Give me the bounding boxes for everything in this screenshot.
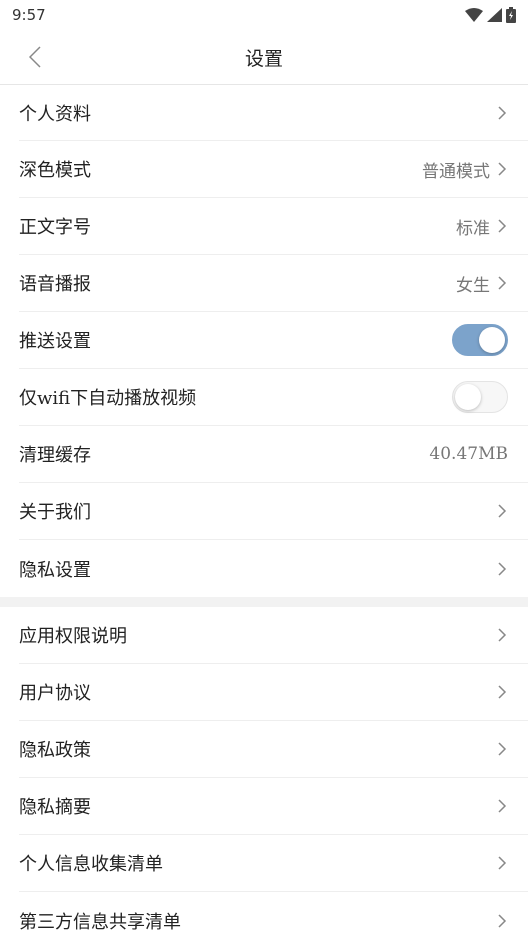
row-push-settings: 推送设置: [19, 312, 528, 369]
row-label: 隐私设置: [19, 559, 91, 581]
row-label: 个人信息收集清单: [19, 854, 163, 875]
row-label: 个人资料: [19, 103, 91, 125]
status-time: 9:57: [12, 6, 46, 24]
row-label: 深色模式: [19, 160, 91, 181]
chevron-right-icon: [498, 276, 507, 290]
row-label: 关于我们: [19, 502, 91, 523]
page-title: 设置: [244, 47, 283, 70]
chevron-left-icon: [29, 46, 41, 68]
chevron-right-icon: [498, 628, 507, 642]
row-value: 标准: [456, 218, 490, 239]
row-value: 普通模式: [422, 161, 490, 182]
row-voice[interactable]: 语音播报 女生: [19, 255, 528, 312]
status-icons: [465, 7, 516, 23]
row-profile[interactable]: 个人资料: [19, 85, 528, 141]
row-label: 用户协议: [19, 683, 91, 704]
chevron-right-icon: [498, 856, 507, 870]
row-label: 应用权限说明: [19, 626, 127, 647]
row-label: 第三方信息共享清单: [19, 911, 181, 933]
chevron-right-icon: [498, 685, 507, 699]
cache-size: 40.47MB: [429, 444, 508, 464]
settings-section-main: 个人资料 深色模式 普通模式 正文字号 标准 语音播报 女生 推送设置 仅wif…: [0, 85, 528, 597]
settings-section-legal: 应用权限说明 用户协议 隐私政策 隐私摘要 个人信息收集清单 第三方信息共享清单: [0, 607, 528, 939]
row-value: 女生: [456, 275, 490, 296]
row-privacy-summary[interactable]: 隐私摘要: [19, 778, 528, 835]
row-user-agreement[interactable]: 用户协议: [19, 664, 528, 721]
row-label: 语音播报: [19, 274, 91, 295]
wifi-autoplay-toggle[interactable]: [452, 381, 508, 413]
row-about[interactable]: 关于我们: [19, 483, 528, 540]
row-font-size[interactable]: 正文字号 标准: [19, 198, 528, 255]
row-clear-cache[interactable]: 清理缓存 40.47MB: [19, 426, 528, 483]
push-toggle[interactable]: [452, 324, 508, 356]
toggle-knob: [455, 384, 481, 410]
row-dark-mode[interactable]: 深色模式 普通模式: [19, 141, 528, 198]
status-bar: 9:57: [0, 0, 528, 30]
row-label: 隐私摘要: [19, 797, 91, 818]
chevron-right-icon: [498, 219, 507, 233]
chevron-right-icon: [498, 742, 507, 756]
battery-icon: [506, 7, 516, 23]
row-third-party-list[interactable]: 第三方信息共享清单: [19, 892, 528, 939]
row-label: 仅wifi下自动播放视频: [19, 388, 197, 409]
row-personal-info-list[interactable]: 个人信息收集清单: [19, 835, 528, 892]
row-privacy-settings[interactable]: 隐私设置: [19, 540, 528, 597]
row-label: 推送设置: [19, 331, 91, 352]
chevron-right-icon: [498, 162, 507, 176]
toggle-knob: [479, 327, 505, 353]
row-wifi-autoplay: 仅wifi下自动播放视频: [19, 369, 528, 426]
chevron-right-icon: [498, 504, 507, 518]
signal-icon: [487, 8, 502, 22]
chevron-right-icon: [498, 799, 507, 813]
row-privacy-policy[interactable]: 隐私政策: [19, 721, 528, 778]
nav-bar: 设置: [0, 30, 528, 85]
row-label: 清理缓存: [19, 445, 91, 466]
section-divider: [0, 597, 528, 607]
row-permissions[interactable]: 应用权限说明: [19, 607, 528, 664]
row-label: 正文字号: [19, 217, 91, 238]
chevron-right-icon: [498, 913, 507, 928]
back-button[interactable]: [16, 38, 54, 76]
row-label: 隐私政策: [19, 740, 91, 761]
wifi-icon: [465, 8, 483, 22]
chevron-right-icon: [498, 105, 507, 120]
chevron-right-icon: [498, 561, 507, 576]
